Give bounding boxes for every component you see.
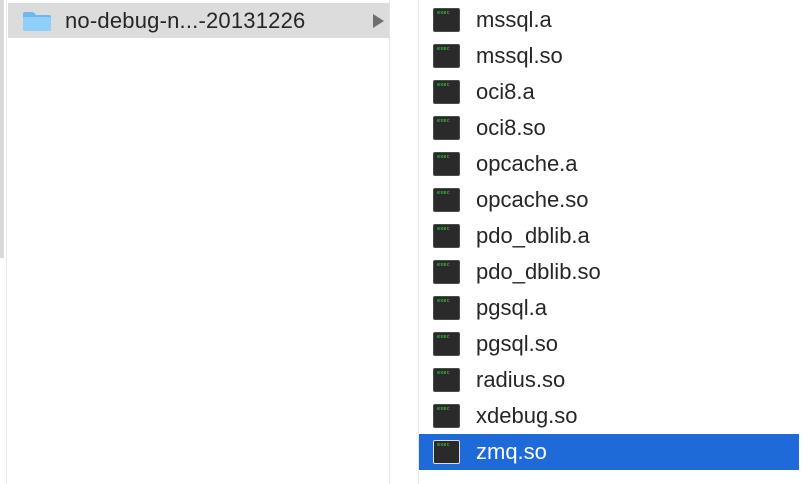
folder-icon (23, 12, 51, 31)
folder-column (8, 0, 389, 484)
folder-label: no-debug-n...-20131226 (65, 8, 306, 33)
file-row[interactable]: exec opcache.a (419, 146, 799, 182)
executable-icon-label: exec (437, 46, 450, 52)
file-row[interactable]: exec pdo_dblib.so (419, 254, 799, 290)
executable-icon: exec (433, 116, 460, 140)
executable-icon-label: exec (437, 190, 450, 196)
file-row[interactable]: exec mssql.so (419, 38, 799, 74)
window-edge (799, 0, 808, 484)
executable-icon-label: exec (437, 118, 450, 124)
file-row[interactable]: exec pdo_dblib.a (419, 218, 799, 254)
file-name: oci8.a (476, 79, 535, 104)
executable-icon: exec (433, 260, 460, 284)
file-row[interactable]: exec oci8.so (419, 110, 799, 146)
executable-icon: exec (433, 404, 460, 428)
file-column: exec mssql.a exec mssql.so exec oci8.a exec oci… (419, 0, 808, 484)
executable-icon: exec (433, 188, 460, 212)
executable-icon: exec (433, 296, 460, 320)
executable-icon-label: exec (437, 82, 450, 88)
file-name: zmq.so (476, 439, 547, 464)
folder-row[interactable]: no-debug-n...-20131226 (8, 3, 389, 38)
file-row[interactable]: exec pgsql.a (419, 290, 799, 326)
file-name: pgsql.so (476, 331, 558, 356)
file-name: oci8.so (476, 115, 546, 140)
file-list: exec mssql.a exec mssql.so exec oci8.a exec oci… (419, 2, 799, 470)
file-name: pdo_dblib.so (476, 259, 601, 284)
executable-icon: exec (433, 44, 460, 68)
executable-icon-label: exec (437, 406, 450, 412)
executable-icon-label: exec (437, 226, 450, 232)
disclosure-triangle-icon (373, 14, 384, 28)
file-name: xdebug.so (476, 403, 578, 428)
file-row[interactable]: exec zmq.so (419, 434, 799, 470)
executable-icon-label: exec (437, 262, 450, 268)
column-gap (390, 0, 418, 484)
file-name: pgsql.a (476, 295, 547, 320)
executable-icon: exec (433, 80, 460, 104)
executable-icon-label: exec (437, 10, 450, 16)
executable-icon: exec (433, 440, 460, 464)
file-row[interactable]: exec mssql.a (419, 2, 799, 38)
executable-icon-label: exec (437, 154, 450, 160)
file-row[interactable]: exec radius.so (419, 362, 799, 398)
file-name: opcache.so (476, 187, 589, 212)
executable-icon-label: exec (437, 298, 450, 304)
file-row[interactable]: exec pgsql.so (419, 326, 799, 362)
column-divider (6, 0, 7, 484)
file-name: pdo_dblib.a (476, 223, 590, 248)
executable-icon: exec (433, 224, 460, 248)
file-row[interactable]: exec oci8.a (419, 74, 799, 110)
executable-icon: exec (433, 152, 460, 176)
executable-icon: exec (433, 8, 460, 32)
executable-icon-label: exec (437, 334, 450, 340)
scrollbar[interactable] (0, 0, 4, 258)
file-name: mssql.so (476, 43, 563, 68)
file-name: opcache.a (476, 151, 578, 176)
executable-icon: exec (433, 332, 460, 356)
executable-icon-label: exec (437, 370, 450, 376)
finder-column-view: no-debug-n...-20131226 exec mssql.a exec ms… (0, 0, 808, 484)
file-row[interactable]: exec xdebug.so (419, 398, 799, 434)
executable-icon: exec (433, 368, 460, 392)
executable-icon-label: exec (437, 442, 450, 448)
file-row[interactable]: exec opcache.so (419, 182, 799, 218)
file-name: mssql.a (476, 7, 552, 32)
file-name: radius.so (476, 367, 566, 392)
